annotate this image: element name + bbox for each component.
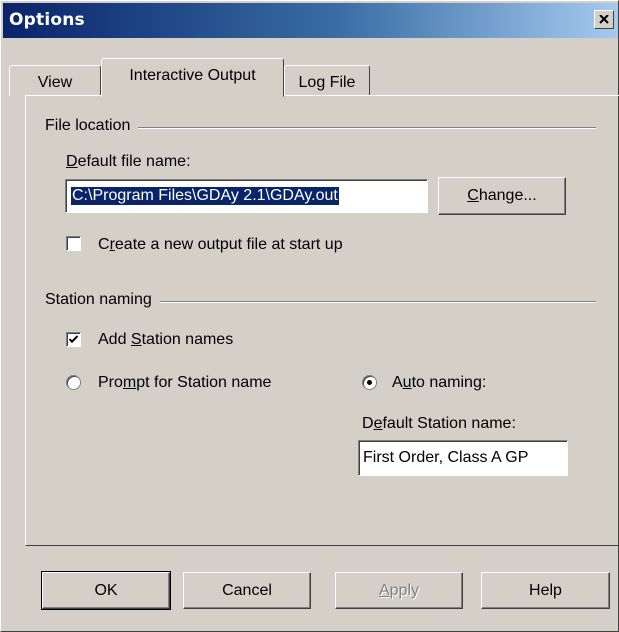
tab-view-label: View [37, 74, 73, 91]
tab-interactive-output[interactable]: Interactive Output [101, 58, 284, 97]
close-icon [599, 15, 609, 24]
apply-button-label: Apply [378, 581, 420, 599]
cancel-button[interactable]: Cancel [183, 572, 311, 609]
tab-interactive-output-label: Interactive Output [129, 67, 256, 84]
apply-button[interactable]: Apply [335, 572, 463, 609]
title-bar[interactable]: Options [3, 3, 618, 38]
tab-view[interactable]: View [9, 65, 101, 96]
help-button[interactable]: Help [481, 572, 610, 609]
tab-panel-interactive-output [25, 95, 619, 546]
close-button[interactable] [594, 10, 614, 29]
window-title: Options [9, 10, 85, 30]
help-button-label: Help [529, 581, 562, 599]
tab-log-file-label: Log File [298, 74, 356, 91]
tab-log-file[interactable]: Log File [284, 65, 370, 96]
ok-button-label: OK [94, 581, 118, 599]
options-dialog: Options View Interactive Output Log File… [0, 0, 619, 632]
cancel-button-label: Cancel [222, 581, 272, 599]
ok-button[interactable]: OK [41, 571, 171, 610]
